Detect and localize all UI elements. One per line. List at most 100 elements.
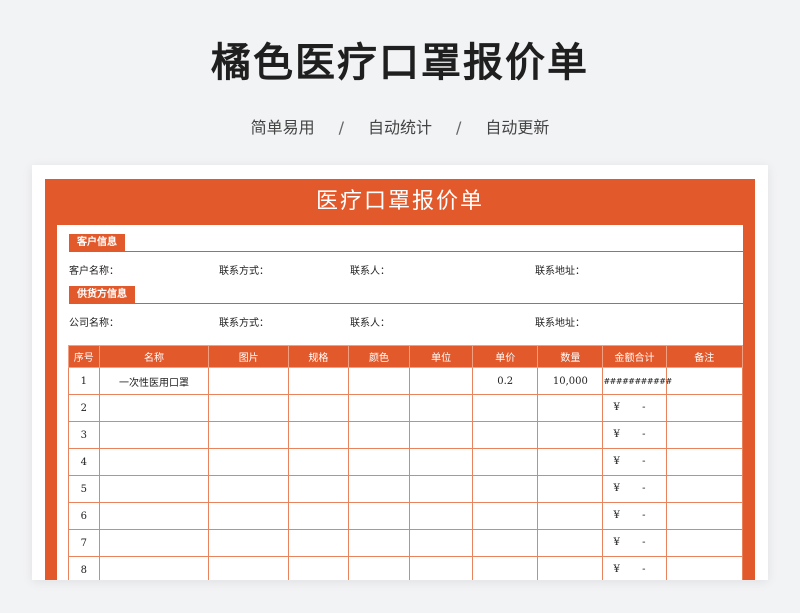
cell-remark[interactable] [665,367,743,395]
cell-unit[interactable] [409,367,474,395]
cell-color[interactable] [347,475,411,503]
cell-remark[interactable] [665,529,743,557]
cell-qty[interactable] [537,529,604,557]
cell-name[interactable] [98,394,210,422]
cell-spec[interactable] [287,475,349,503]
col-header-price: 单价 [472,345,539,368]
cell-color[interactable] [347,556,411,580]
cell-color[interactable] [347,502,411,530]
cell-unit[interactable] [409,394,474,422]
cell-name[interactable] [98,556,210,580]
cell-qty[interactable] [537,394,604,422]
cell-amount[interactable]: ¥ - [602,502,667,530]
quote-sheet-card: 医疗口罩报价单 客户信息 客户名称： 联系方式： 联系人： 联系地址： 供货方信… [32,165,768,580]
yen-symbol: ¥ [613,537,620,548]
table-row: 5 ¥ - [68,475,743,503]
cell-spec[interactable] [287,421,349,449]
table-header-row: 序号 名称 图片 规格 颜色 单位 单价 数量 金额合计 备注 [68,345,743,368]
cell-spec[interactable] [287,448,349,476]
subtitle-item: 自动统计 [367,118,432,137]
cell-index[interactable]: 4 [68,448,100,476]
cell-price[interactable] [472,502,539,530]
table-row: 7 ¥ - [68,529,743,557]
cell-index[interactable]: 8 [68,556,100,580]
table-row: 2 ¥ - [68,394,743,422]
cell-name[interactable] [98,475,210,503]
cell-index[interactable]: 3 [68,421,100,449]
cell-unit[interactable] [409,502,474,530]
cell-image[interactable] [208,556,289,580]
cell-image[interactable] [208,529,289,557]
cell-name[interactable] [98,502,210,530]
cell-amount[interactable]: ¥ - [602,421,667,449]
cell-remark[interactable] [665,394,743,422]
cell-image[interactable] [208,421,289,449]
cell-color[interactable] [347,448,411,476]
cell-name[interactable]: 一次性医用口罩 [98,367,210,395]
cell-name[interactable] [98,529,210,557]
customer-info-row: 客户名称： 联系方式： 联系人： 联系地址： [69,262,743,278]
cell-color[interactable] [347,529,411,557]
cell-image[interactable] [208,502,289,530]
cell-price[interactable] [472,421,539,449]
cell-amount[interactable]: ¥ - [602,448,667,476]
cell-amount[interactable]: ¥ - [602,394,667,422]
cell-unit[interactable] [409,556,474,580]
cell-unit[interactable] [409,529,474,557]
cell-index[interactable]: 6 [68,502,100,530]
cell-qty[interactable] [537,475,604,503]
cell-spec[interactable] [287,367,349,395]
cell-qty[interactable] [537,556,604,580]
supplier-address-label: 联系地址： [535,318,585,329]
cell-spec[interactable] [287,529,349,557]
cell-amount[interactable]: ########### [602,367,672,395]
cell-image[interactable] [208,475,289,503]
cell-image[interactable] [208,367,289,395]
cell-image[interactable] [208,448,289,476]
cell-image[interactable] [208,394,289,422]
cell-remark[interactable] [665,448,743,476]
cell-index[interactable]: 5 [68,475,100,503]
cell-unit[interactable] [409,421,474,449]
cell-unit[interactable] [409,475,474,503]
cell-qty[interactable]: 10,000 [537,367,604,395]
cell-color[interactable] [347,367,411,395]
cell-amount[interactable]: ¥ - [602,556,667,580]
col-header-color: 颜色 [347,345,411,368]
table-row: 4 ¥ - [68,448,743,476]
col-header-unit: 单位 [409,345,474,368]
cell-spec[interactable] [287,394,349,422]
cell-qty[interactable] [537,448,604,476]
cell-color[interactable] [347,394,411,422]
cell-qty[interactable] [537,421,604,449]
empty-amount-dash: - [642,564,646,575]
empty-amount-dash: - [642,483,646,494]
cell-price[interactable] [472,556,539,580]
cell-spec[interactable] [287,556,349,580]
cell-remark[interactable] [665,502,743,530]
cell-index[interactable]: 1 [68,367,100,395]
cell-remark[interactable] [665,475,743,503]
empty-amount-dash: - [642,537,646,548]
cell-color[interactable] [347,421,411,449]
cell-price[interactable] [472,448,539,476]
cell-price[interactable] [472,475,539,503]
cell-index[interactable]: 2 [68,394,100,422]
cell-price[interactable]: 0.2 [472,367,539,395]
cell-remark[interactable] [665,421,743,449]
cell-name[interactable] [98,421,210,449]
cell-remark[interactable] [665,556,743,580]
empty-amount-dash: - [642,510,646,521]
cell-amount[interactable]: ¥ - [602,529,667,557]
subtitle-item: 自动更新 [485,118,550,137]
cell-price[interactable] [472,394,539,422]
cell-name[interactable] [98,448,210,476]
cell-amount[interactable]: ¥ - [602,475,667,503]
cell-unit[interactable] [409,448,474,476]
cell-index[interactable]: 7 [68,529,100,557]
cell-spec[interactable] [287,502,349,530]
cell-qty[interactable] [537,502,604,530]
cell-price[interactable] [472,529,539,557]
supplier-section-tag: 供货方信息 [69,286,135,304]
supplier-phone-label: 联系方式： [219,318,269,329]
